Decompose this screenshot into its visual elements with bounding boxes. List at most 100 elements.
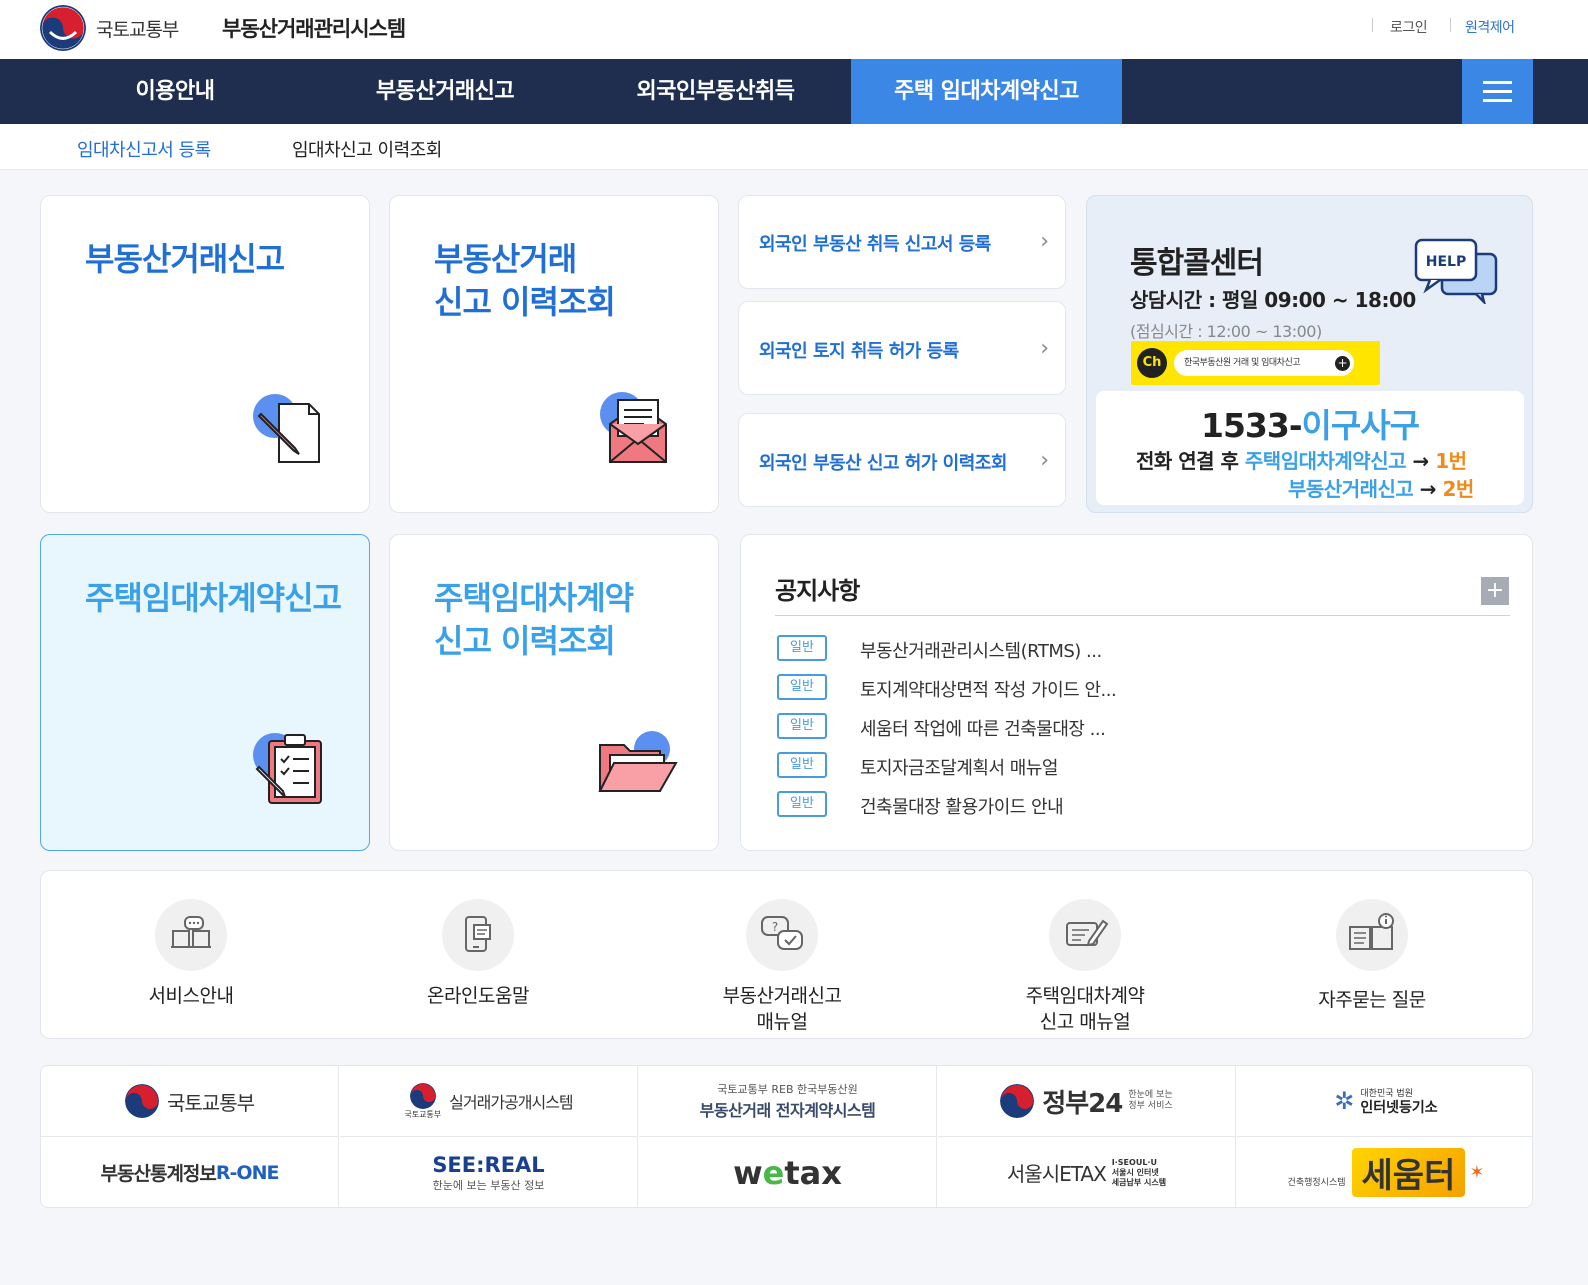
sub-navigation: 임대차신고서 등록 임대차신고 이력조회 (0, 124, 1588, 170)
subnav-lease-register[interactable]: 임대차신고서 등록 (77, 136, 211, 162)
kakao-channel-label: 한국부동산원 거래 및 임대차신고 (1174, 350, 1354, 376)
banner-seumteo[interactable]: 건축행정시스템 세움터 ✶ (1237, 1137, 1532, 1207)
notice-badge: 일반 (777, 674, 827, 700)
card-real-estate-history[interactable]: 부동산거래 신고 이력조회 (389, 195, 719, 513)
banner-seereal[interactable]: SEE:REAL 한눈에 보는 부동산 정보 (340, 1137, 638, 1207)
taegeuk-icon (409, 1082, 436, 1109)
divider (775, 615, 1510, 616)
remote-control-link[interactable]: 원격제어 (1465, 17, 1515, 37)
org-name: 국토교통부 (96, 18, 179, 41)
login-link[interactable]: 로그인 (1390, 17, 1428, 37)
banner-r-one[interactable]: 부동산통계정보 R-ONE (41, 1137, 339, 1207)
molit-logo[interactable]: 국토교통부 (40, 5, 179, 51)
banner-wetax[interactable]: w e tax (639, 1137, 937, 1207)
chevron-right-icon: › (1040, 448, 1049, 473)
chevron-right-icon: › (1040, 336, 1049, 361)
question-chat-icon: ? (746, 899, 818, 971)
gnb-item-guide[interactable]: 이용안내 (40, 59, 310, 124)
quick-label: 자주묻는 질문 (1318, 989, 1426, 1011)
phone-info-box: 1533-이구사구 전화 연결 후 주택임대차계약신고 → 1번 부동산거래신고… (1096, 391, 1524, 505)
card-lease-history[interactable]: 주택임대차계약 신고 이력조회 (389, 534, 719, 851)
notice-text[interactable]: 토지계약대상면적 작성 가이드 안... (860, 676, 1117, 702)
quick-service-guide[interactable]: 서비스안내 (81, 871, 301, 1040)
quick-label: 주택임대차계약 신고 매뉴얼 (1025, 985, 1145, 1033)
quick-label: 서비스안내 (148, 985, 234, 1007)
banner-gov24[interactable]: 정부24 한눈에 보는 정부 서비스 (938, 1066, 1236, 1137)
notice-badge: 일반 (777, 713, 827, 739)
notice-item[interactable]: 일반 부동산거래관리시스템(RTMS) ... (777, 635, 1497, 665)
kakao-channel-icon: Ch (1137, 348, 1167, 378)
notice-text[interactable]: 건축물대장 활용가이드 안내 (860, 793, 1064, 819)
notice-item[interactable]: 일반 건축물대장 활용가이드 안내 (777, 791, 1497, 821)
notice-badge: 일반 (777, 635, 827, 661)
quick-faq[interactable]: 자주묻는 질문 (1262, 871, 1482, 1040)
subnav-lease-history[interactable]: 임대차신고 이력조회 (292, 136, 442, 162)
chevron-right-icon: › (1040, 229, 1049, 254)
quick-online-help[interactable]: 온라인도움말 (368, 871, 588, 1040)
link-foreign-property-register[interactable]: 외국인 부동산 취득 신고서 등록 › (738, 195, 1066, 289)
book-info-icon (1336, 899, 1408, 971)
phone-number[interactable]: 1533-이구사구 (1096, 399, 1524, 447)
notice-item[interactable]: 일반 토지자금조달계획서 매뉴얼 (777, 752, 1497, 782)
card-title: 부동산거래신고 (85, 240, 285, 278)
quick-lease-manual[interactable]: 주택임대차계약 신고 매뉴얼 (975, 871, 1195, 1040)
call-option-real-estate: 부동산거래신고 → 2번 (1288, 477, 1474, 501)
help-label: HELP (1426, 254, 1466, 270)
notice-item[interactable]: 일반 세움터 작업에 따른 건축물대장 ... (777, 713, 1497, 743)
related-sites-banners: 국토교통부 국토교통부 실거래가공개시스템 국토교통부 REB 한국부동산원 부… (40, 1065, 1533, 1208)
taegeuk-icon (125, 1084, 159, 1118)
iros-logo-icon: ✲ (1334, 1087, 1355, 1115)
link-foreign-land-permit[interactable]: 외국인 토지 취득 허가 등록 › (738, 301, 1066, 395)
banner-iros[interactable]: ✲ 대한민국 법원 인터넷등기소 (1237, 1066, 1532, 1137)
notice-text[interactable]: 토지자금조달계획서 매뉴얼 (860, 754, 1058, 780)
quick-label: 부동산거래신고 매뉴얼 (722, 985, 842, 1033)
taegeuk-icon (40, 5, 86, 51)
notice-more-button[interactable]: + (1481, 577, 1509, 605)
plus-icon: + (1335, 356, 1350, 371)
top-bar: 국토교통부 부동산거래관리시스템 로그인 원격제어 (0, 0, 1588, 59)
clipboard-checklist-icon (253, 733, 322, 804)
mail-letter-icon (600, 392, 667, 463)
gnb-item-real-estate-report[interactable]: 부동산거래신고 (310, 59, 580, 124)
call-center-panel: 통합콜센터 상담시간 : 평일 09:00 ~ 18:00 (점심시간 : 12… (1086, 195, 1533, 513)
edit-document-icon (1049, 899, 1121, 971)
notice-title: 공지사항 (775, 577, 860, 605)
banner-seoul-etax[interactable]: 서울시ETAX I·SEOUL·U 서울시 인터넷 세금납부 시스템 (938, 1137, 1236, 1207)
link-label: 외국인 토지 취득 허가 등록 (759, 341, 959, 362)
system-name[interactable]: 부동산거래관리시스템 (222, 13, 406, 43)
notice-text[interactable]: 세움터 작업에 따른 건축물대장 ... (860, 715, 1106, 741)
gnb-item-lease-report[interactable]: 주택 임대차계약신고 (851, 59, 1122, 124)
notice-badge: 일반 (777, 752, 827, 778)
call-option-lease: 전화 연결 후 주택임대차계약신고 → 1번 (1136, 449, 1467, 473)
svg-text:?: ? (772, 920, 778, 934)
util-separator (1450, 18, 1451, 32)
banner-rtms-open[interactable]: 국토교통부 실거래가공개시스템 (340, 1066, 638, 1137)
book-chat-icon (155, 899, 227, 971)
quick-menu: 서비스안내 온라인도움말 ? 부동산거래신고 매뉴얼 주택임대차계약 신고 매뉴얼 … (40, 870, 1533, 1039)
quick-real-estate-manual[interactable]: ? 부동산거래신고 매뉴얼 (672, 871, 892, 1040)
call-center-hours: 상담시간 : 평일 09:00 ~ 18:00 (1130, 288, 1416, 312)
gnb-item-foreigner-acquisition[interactable]: 외국인부동산취득 (580, 59, 851, 124)
card-title: 주택임대차계약신고 (85, 579, 342, 617)
card-real-estate-report[interactable]: 부동산거래신고 (40, 195, 370, 513)
link-label: 외국인 부동산 신고 허가 이력조회 (759, 453, 1007, 474)
util-separator (1372, 18, 1373, 32)
help-chat-icon: HELP (1414, 238, 1498, 304)
banner-molit[interactable]: 국토교통부 (41, 1066, 339, 1137)
notice-item[interactable]: 일반 토지계약대상면적 작성 가이드 안... (777, 674, 1497, 704)
card-title: 부동산거래 신고 이력조회 (434, 240, 616, 321)
card-lease-report[interactable]: 주택임대차계약신고 (40, 534, 370, 851)
call-center-lunch: (점심시간 : 12:00 ~ 13:00) (1130, 322, 1322, 341)
open-folder-icon (598, 731, 678, 792)
document-pen-icon (253, 394, 320, 463)
notice-panel: 공지사항 + 일반 부동산거래관리시스템(RTMS) ... 일반 토지계약대상… (740, 534, 1533, 851)
banner-e-contract[interactable]: 국토교통부 REB 한국부동산원 부동산거래 전자계약시스템 (639, 1066, 937, 1137)
call-center-title: 통합콜센터 (1130, 246, 1264, 281)
quick-label: 온라인도움말 (427, 985, 529, 1007)
link-foreign-history[interactable]: 외국인 부동산 신고 허가 이력조회 › (738, 413, 1066, 507)
notice-text[interactable]: 부동산거래관리시스템(RTMS) ... (860, 637, 1102, 663)
card-title: 주택임대차계약 신고 이력조회 (434, 579, 634, 660)
hamburger-menu-icon[interactable] (1462, 59, 1533, 124)
notice-badge: 일반 (777, 791, 827, 817)
kakao-channel-button[interactable]: Ch 한국부동산원 거래 및 임대차신고 + (1131, 341, 1380, 385)
